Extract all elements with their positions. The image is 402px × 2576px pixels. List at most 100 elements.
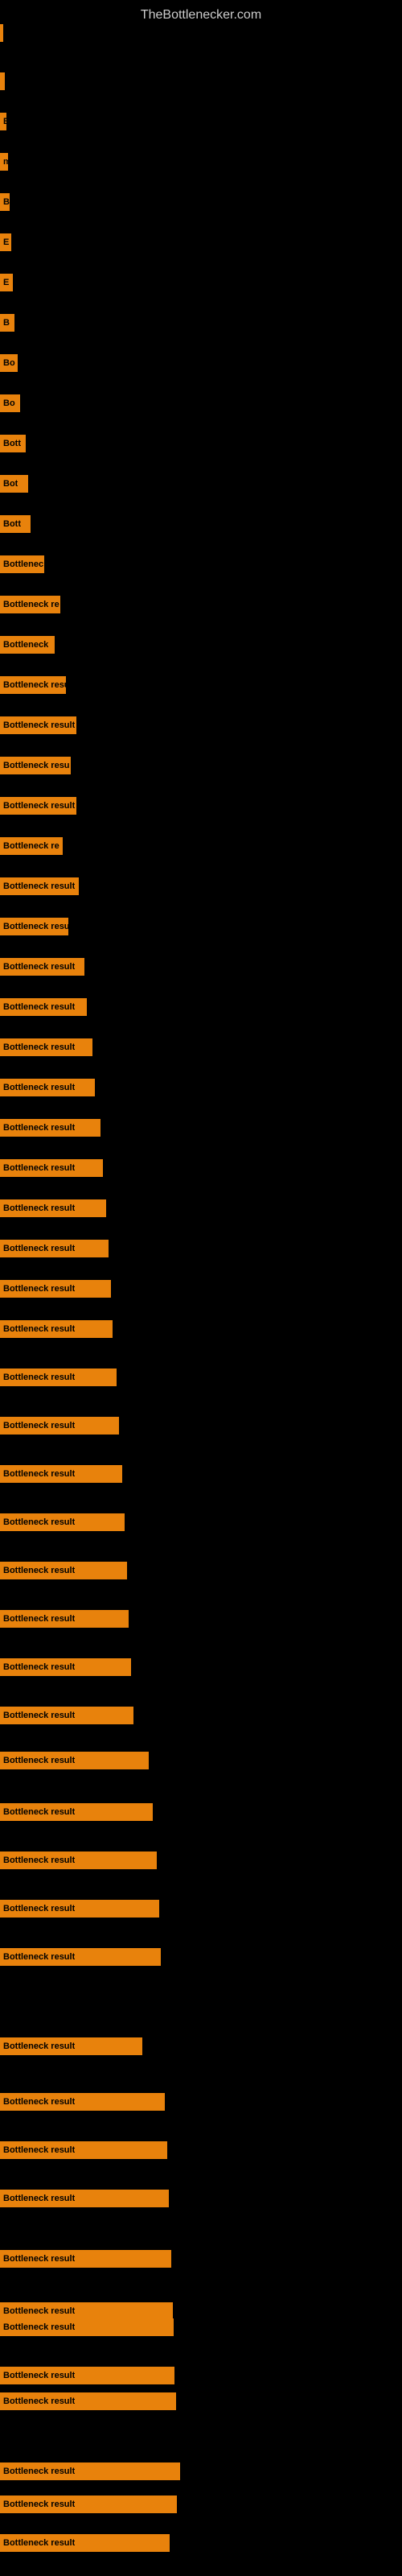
bar-item: Bottleneck result (0, 2302, 173, 2320)
bar-label: Bott (3, 519, 21, 529)
bar-item: Bottleneck result (0, 2037, 142, 2055)
bar-item: Bottleneck result (0, 877, 79, 895)
bar-item: Bottleneck result (0, 958, 84, 976)
bar-label: B (3, 318, 10, 328)
bar-item: Bottleneck result (0, 2367, 174, 2384)
bar-item: Bottleneck resu (0, 918, 68, 935)
bar-label: Bottleneck result (3, 1373, 75, 1382)
bar-item: Bottleneck result (0, 1948, 161, 1966)
bar-label: Bottlenec (3, 559, 43, 569)
bar-item: Bottleneck resu (0, 676, 66, 694)
bar-item: Bottleneck result (0, 1852, 157, 1869)
bar-item: Bottleneck result (0, 2462, 180, 2480)
bar-item: Bott (0, 435, 26, 452)
bar-item: Bottleneck result (0, 1513, 125, 1531)
bar-label: Bottleneck result (3, 1756, 75, 1765)
bar-label: E (3, 117, 6, 126)
bar-label: Bottleneck result (3, 2371, 75, 2380)
bar-label: Bottleneck result (3, 1856, 75, 1865)
bar-item: Bo (0, 354, 18, 372)
bar-item: Bottleneck result (0, 2093, 165, 2111)
bar-label: Bottleneck result (3, 2467, 75, 2476)
bar-label: Bottleneck result (3, 2097, 75, 2107)
site-title: TheBottlenecker.com (0, 0, 402, 27)
bar-item: Bottleneck resu (0, 757, 71, 774)
bar-label: Bottleneck result (3, 2041, 75, 2051)
bar-item: Bot (0, 475, 28, 493)
bar-label: Bottleneck result (3, 1952, 75, 1962)
bar-item: Bottleneck result (0, 998, 87, 1016)
bar-item: Bottleneck result (0, 1900, 159, 1918)
bar-label: m (3, 157, 8, 167)
bar-item: E (0, 113, 6, 130)
bar-label: Bottleneck result (3, 2145, 75, 2155)
bar-label: Bott (3, 439, 21, 448)
bar-item: Bottleneck result (0, 716, 76, 734)
bar-label: Bottleneck result (3, 881, 75, 891)
bar-item: Bottleneck result (0, 2392, 176, 2410)
bar-item: Bottleneck re (0, 837, 63, 855)
bar-item: Bottleneck result (0, 1562, 127, 1579)
bar-label: Bottleneck result (3, 2538, 75, 2548)
bar-label: E (3, 237, 9, 247)
bar-item: Bottleneck result (0, 1240, 109, 1257)
bar-item: Bott (0, 515, 31, 533)
bar-label: Bo (3, 398, 15, 408)
bar-label: Bottleneck result (3, 1662, 75, 1672)
bar-item: Bottleneck result (0, 2534, 170, 2552)
bar-item: Bottleneck result (0, 1610, 129, 1628)
bar-item: Bottleneck result (0, 2141, 167, 2159)
bar-item: Bottleneck result (0, 1752, 149, 1769)
bar-item: Bottleneck result (0, 1038, 92, 1056)
bar-item (0, 24, 3, 42)
bar-label: Bottleneck result (3, 1123, 75, 1133)
bar-item: Bottleneck result (0, 1658, 131, 1676)
bar-label: Bottleneck re (3, 841, 59, 851)
bar-label: Bottleneck result (3, 2500, 75, 2509)
bar-label: Bot (3, 479, 18, 489)
bar-label: Bottleneck result (3, 1614, 75, 1624)
bar-label: Bottleneck result (3, 2254, 75, 2264)
bar-label: Bottleneck result (3, 2194, 75, 2203)
bar-item: Bottleneck result (0, 1368, 117, 1386)
bar-label: Bottleneck result (3, 1517, 75, 1527)
bar-item: Bottleneck result (0, 2318, 174, 2336)
bar-label: Bottleneck result (3, 1566, 75, 1575)
bar-item: Bottleneck result (0, 2190, 169, 2207)
bar-item: Bottleneck result (0, 1417, 119, 1435)
bar-label: B (3, 197, 10, 207)
bar-item: Bottleneck result (0, 1159, 103, 1177)
bar-item: Bottleneck result (0, 1199, 106, 1217)
bar-label: Bottleneck result (3, 720, 75, 730)
bar-label: Bottleneck result (3, 1163, 75, 1173)
bar-item: Bottleneck result (0, 1707, 133, 1724)
bar-item: Bo (0, 394, 20, 412)
bar-item: B (0, 193, 10, 211)
bar-label: Bottleneck (3, 640, 48, 650)
bar-label: Bottleneck result (3, 1421, 75, 1430)
bar-label: Bottleneck resu (3, 922, 68, 931)
bar-label: Bottleneck resu (3, 761, 70, 770)
bar-label: E (3, 278, 9, 287)
bar-label: Bottleneck result (3, 1469, 75, 1479)
bar-item: Bottleneck (0, 636, 55, 654)
bar-item: B (0, 314, 14, 332)
bar-item: Bottleneck result (0, 1465, 122, 1483)
bar-item (0, 72, 5, 90)
bar-label: Bottleneck result (3, 1711, 75, 1720)
bar-label: Bottleneck result (3, 1203, 75, 1213)
bar-label: Bottleneck result (3, 962, 75, 972)
bar-label: Bottleneck result (3, 2306, 75, 2316)
bar-label: Bottleneck result (3, 1083, 75, 1092)
bar-item: Bottleneck result (0, 797, 76, 815)
chart-area: TheBottlenecker.com Em B E E B Bo Bo Bott Bot Bot… (0, 0, 402, 2576)
bar-label: Bottleneck result (3, 1284, 75, 1294)
bar-item: Bottleneck result (0, 1079, 95, 1096)
bar-label: Bo (3, 358, 15, 368)
bar-label: Bottleneck result (3, 2322, 75, 2332)
bar-label: Bottleneck resu (3, 680, 66, 690)
bar-item: m (0, 153, 8, 171)
bar-label: Bottleneck result (3, 1904, 75, 1913)
bar-item: Bottleneck result (0, 1320, 113, 1338)
bar-item: Bottleneck result (0, 1280, 111, 1298)
